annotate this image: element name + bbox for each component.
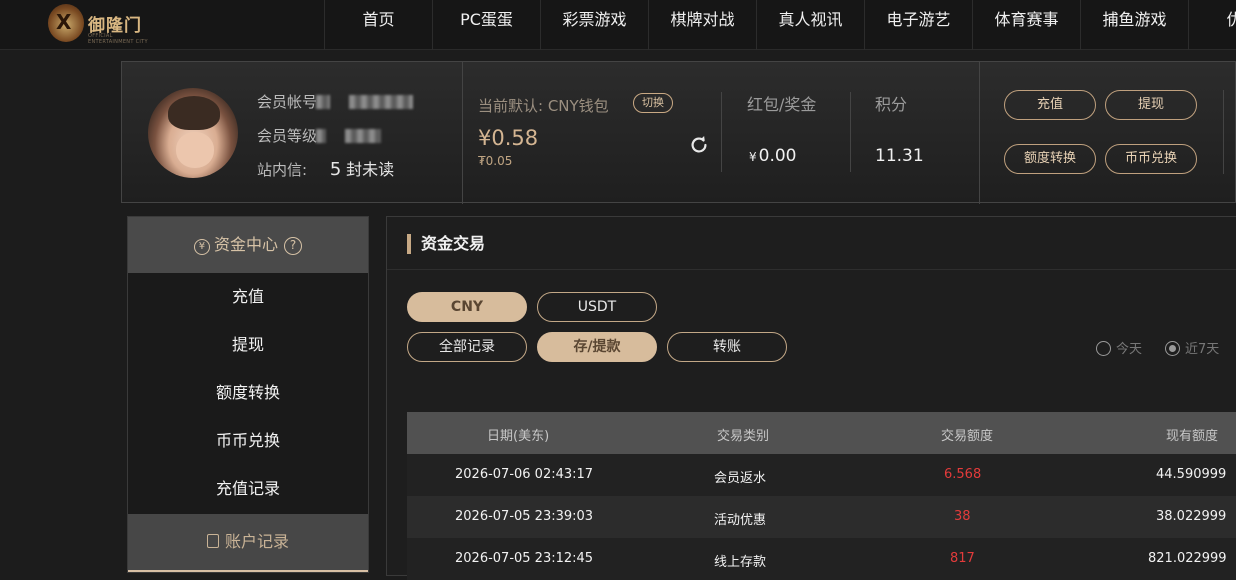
level-label: 会员等级 bbox=[257, 127, 318, 145]
sidebar-item-deposit[interactable]: 充值 bbox=[128, 273, 368, 321]
divider bbox=[462, 62, 463, 204]
nav-lottery[interactable]: 彩票游戏 bbox=[540, 0, 648, 50]
switch-wallet-button[interactable]: 切换 bbox=[633, 93, 673, 113]
inbox-row[interactable]: 站内信: 5 封未读 bbox=[257, 156, 394, 180]
col-date: 日期(美东) bbox=[487, 429, 550, 444]
refresh-icon[interactable] bbox=[688, 134, 710, 156]
range-today[interactable]: 今天 bbox=[1096, 338, 1142, 357]
table-row: 2026-07-05 23:39:03 活动优惠 38 38.022999 bbox=[407, 496, 1236, 538]
range-7-days[interactable]: 近7天 bbox=[1165, 338, 1219, 357]
cell-date: 2026-07-06 02:43:17 bbox=[455, 467, 594, 482]
cell-balance: 44.590999 bbox=[1156, 467, 1227, 482]
level-value-redacted-2 bbox=[344, 129, 381, 143]
sidebar-section-account-records[interactable]: 账户记录 bbox=[128, 514, 368, 570]
cell-date: 2026-07-05 23:39:03 bbox=[455, 509, 594, 524]
nav-chess[interactable]: 棋牌对战 bbox=[648, 0, 756, 50]
sidebar-item-withdraw[interactable]: 提现 bbox=[128, 321, 368, 369]
cell-type: 线上存款 bbox=[714, 555, 767, 570]
sidebar-item-deposit-records[interactable]: 充值记录 bbox=[128, 465, 368, 513]
sidebar: ¥ 资金中心? 充值 提现 额度转换 币币兑换 充值记录 账户记录 bbox=[127, 216, 369, 573]
table-header: 日期(美东) 交易类别 交易额度 现有额度 bbox=[407, 412, 1236, 454]
tab-all-records[interactable]: 全部记录 bbox=[407, 332, 527, 362]
bonus-amount: 0.00 bbox=[758, 146, 797, 166]
document-icon bbox=[206, 534, 219, 548]
deposit-button[interactable]: 充值 bbox=[1004, 90, 1096, 120]
tab-usdt[interactable]: USDT bbox=[537, 292, 657, 322]
sidebar-section2-title: 账户记录 bbox=[224, 532, 289, 551]
sidebar-title: 资金中心 bbox=[213, 235, 278, 254]
cell-amount: 817 bbox=[950, 551, 975, 566]
inbox-unread-label[interactable]: 封未读 bbox=[346, 160, 394, 179]
account-value-redacted-2 bbox=[348, 95, 413, 109]
nav-fishing[interactable]: 捕鱼游戏 bbox=[1080, 0, 1188, 50]
table-row: 2026-07-05 23:12:45 线上存款 817 821.022999 bbox=[407, 538, 1236, 580]
main-panel: 资金交易 CNY USDT 全部记录 存/提款 转账 今天 近7天 日期(美东)… bbox=[386, 216, 1236, 580]
avatar[interactable] bbox=[148, 88, 238, 178]
cell-date: 2026-07-05 23:12:45 bbox=[455, 551, 594, 566]
radio-7-days[interactable] bbox=[1165, 341, 1180, 356]
cell-balance: 38.022999 bbox=[1156, 509, 1227, 524]
main-nav: 首页 PC蛋蛋 彩票游戏 棋牌对战 真人视讯 电子游艺 体育赛事 捕鱼游戏 优惠 bbox=[324, 0, 1236, 50]
points-value: 11.31 bbox=[875, 146, 924, 166]
help-icon[interactable]: ? bbox=[284, 237, 302, 255]
bonus-label: 红包/奖金 bbox=[747, 95, 817, 114]
tab-cny[interactable]: CNY bbox=[407, 292, 527, 322]
radio-today[interactable] bbox=[1096, 341, 1111, 356]
nav-sports[interactable]: 体育赛事 bbox=[972, 0, 1080, 50]
site-logo[interactable]: X 御隆门 OFFICIAL ENTERTAINMENT CITY bbox=[48, 4, 148, 45]
col-balance: 现有额度 bbox=[1166, 429, 1219, 444]
tab-transfer[interactable]: 转账 bbox=[667, 332, 787, 362]
cell-amount: 38 bbox=[954, 509, 971, 524]
table-row: 2026-07-06 02:43:17 会员返水 6.568 44.590999 bbox=[407, 454, 1236, 496]
nav-home[interactable]: 首页 bbox=[324, 0, 432, 50]
nav-pc-egg[interactable]: PC蛋蛋 bbox=[432, 0, 540, 50]
exchange-button[interactable]: 币币兑换 bbox=[1105, 144, 1197, 174]
balance-main: ¥0.58 bbox=[478, 126, 539, 150]
cell-balance: 821.022999 bbox=[1148, 551, 1227, 566]
inbox-count[interactable]: 5 bbox=[330, 159, 341, 180]
divider bbox=[387, 269, 1236, 270]
points-label: 积分 bbox=[875, 95, 908, 114]
col-amount: 交易额度 bbox=[941, 429, 994, 444]
level-row: 会员等级 bbox=[257, 125, 381, 146]
account-value-redacted bbox=[315, 95, 330, 109]
withdraw-button[interactable]: 提现 bbox=[1105, 90, 1197, 120]
balance-sub: ₮0.05 bbox=[478, 154, 513, 168]
nav-promotions[interactable]: 优惠 bbox=[1188, 0, 1236, 50]
account-row: 会员帐号 bbox=[257, 91, 413, 112]
default-wallet-label: 当前默认: CNY钱包 bbox=[478, 97, 609, 115]
divider bbox=[850, 92, 851, 172]
nav-slots[interactable]: 电子游艺 bbox=[864, 0, 972, 50]
range-7-days-label: 近7天 bbox=[1185, 342, 1220, 357]
cell-type: 会员返水 bbox=[714, 471, 767, 486]
sidebar-item-transfer[interactable]: 额度转换 bbox=[128, 369, 368, 417]
sidebar-item-exchange[interactable]: 币币兑换 bbox=[128, 417, 368, 465]
transfer-button[interactable]: 额度转换 bbox=[1004, 144, 1096, 174]
range-today-label: 今天 bbox=[1116, 342, 1143, 357]
tab-deposit-withdraw[interactable]: 存/提款 bbox=[537, 332, 657, 362]
logo-mark-icon: X bbox=[48, 4, 84, 42]
yen-icon: ¥ bbox=[193, 239, 210, 255]
top-navigation-bar: X 御隆门 OFFICIAL ENTERTAINMENT CITY 首页 PC蛋… bbox=[0, 0, 1236, 50]
profile-panel: 会员帐号 会员等级 站内信: 5 封未读 当前默认: CNY钱包 切换 ¥0.5… bbox=[121, 61, 1236, 204]
nav-live-video[interactable]: 真人视讯 bbox=[756, 0, 864, 50]
level-value-redacted bbox=[315, 129, 326, 143]
sidebar-section-funds: ¥ 资金中心? bbox=[128, 217, 368, 273]
bonus-value: ¥0.00 bbox=[749, 146, 797, 166]
account-label: 会员帐号 bbox=[257, 93, 318, 111]
divider bbox=[1223, 90, 1224, 174]
divider bbox=[979, 62, 980, 204]
col-type: 交易类别 bbox=[717, 429, 770, 444]
divider bbox=[721, 92, 722, 172]
page-title: 资金交易 bbox=[407, 234, 485, 254]
inbox-label: 站内信: bbox=[257, 161, 308, 179]
cell-amount: 6.568 bbox=[944, 467, 982, 482]
logo-subtitle: OFFICIAL ENTERTAINMENT CITY bbox=[88, 33, 148, 45]
cell-type: 活动优惠 bbox=[714, 513, 767, 528]
bonus-currency: ¥ bbox=[749, 150, 757, 164]
